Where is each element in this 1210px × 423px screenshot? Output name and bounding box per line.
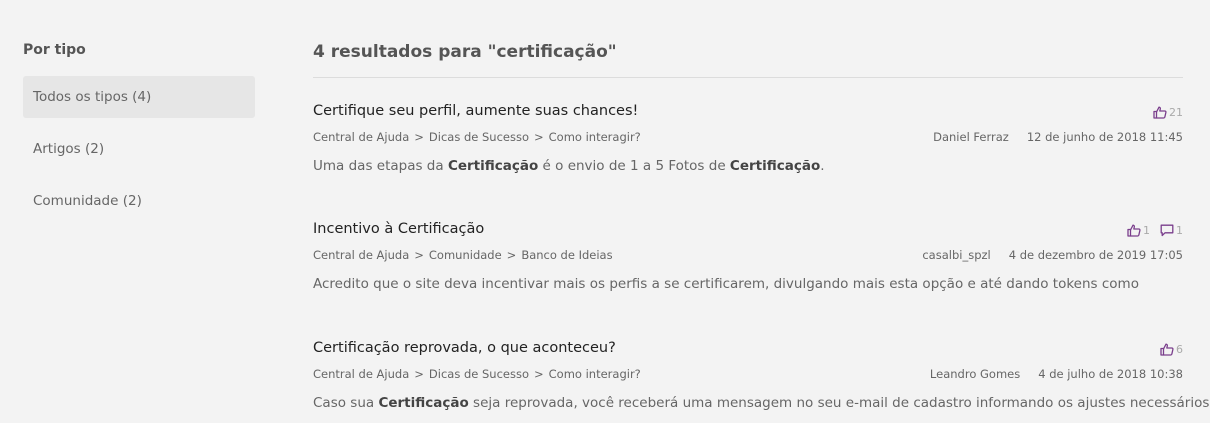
result-title-link[interactable]: Certifique seu perfil, aumente suas chan… (313, 103, 638, 119)
breadcrumb: Central de Ajuda > Dicas de Sucesso > Como i… (313, 367, 641, 381)
filter-item[interactable]: Artigos (2) (23, 128, 255, 170)
breadcrumb-separator: > (414, 367, 424, 381)
author-link[interactable]: Daniel Ferraz (933, 130, 1009, 144)
result-stats: 6 (1160, 343, 1183, 356)
likes-count: 6 (1176, 343, 1183, 356)
filter-heading: Por tipo (23, 42, 86, 58)
likes-stat[interactable]: 21 (1153, 106, 1183, 119)
breadcrumb-link[interactable]: Dicas de Sucesso (429, 367, 529, 381)
comment-icon (1160, 224, 1174, 237)
result-snippet: Caso sua Certificação seja reprovada, vo… (313, 395, 1209, 411)
comments-stat[interactable]: 1 (1160, 224, 1183, 237)
result-meta: casalbi_spzl 4 de dezembro de 2019 17:05 (922, 248, 1183, 262)
breadcrumb: Central de Ajuda > Dicas de Sucesso > Como i… (313, 130, 641, 144)
search-result: Incentivo à Certificação 11 Central de A… (313, 221, 1183, 311)
author-link[interactable]: Leandro Gomes (930, 367, 1020, 381)
likes-stat[interactable]: 6 (1160, 343, 1183, 356)
breadcrumb-link[interactable]: Central de Ajuda (313, 248, 409, 262)
likes-count: 21 (1169, 106, 1183, 119)
breadcrumb-separator: > (414, 130, 424, 144)
thumbs-up-icon (1127, 224, 1141, 237)
snippet-highlight: Certificação (447, 158, 539, 174)
thumbs-up-icon (1160, 343, 1174, 356)
breadcrumb-link[interactable]: Dicas de Sucesso (429, 130, 529, 144)
result-date: 12 de junho de 2018 11:45 (1026, 130, 1183, 144)
snippet-text: seja reprovada, você receberá uma mensag… (468, 395, 1210, 411)
search-result: Certifique seu perfil, aumente suas chan… (313, 103, 1183, 193)
snippet-text: Uma das etapas da (313, 158, 448, 174)
result-date: 4 de dezembro de 2019 17:05 (1008, 248, 1183, 262)
author-link[interactable]: casalbi_spzl (922, 248, 990, 262)
breadcrumb-separator: > (534, 130, 544, 144)
breadcrumb-link[interactable]: Banco de Ideias (521, 248, 612, 262)
breadcrumb-separator: > (534, 367, 544, 381)
thumbs-up-icon (1153, 106, 1167, 119)
result-title-link[interactable]: Incentivo à Certificação (313, 221, 484, 237)
comments-count: 1 (1176, 224, 1183, 237)
breadcrumb-link[interactable]: Central de Ajuda (313, 130, 409, 144)
search-results-page: Por tipo Todos os tipos (4) Artigos (2) Co… (0, 0, 1210, 423)
breadcrumb-separator: > (414, 248, 424, 262)
snippet-text: é o envio de 1 a 5 Fotos de (538, 158, 730, 174)
breadcrumb-link[interactable]: Comunidade (429, 248, 502, 262)
breadcrumb: Central de Ajuda > Comunidade > Banco de Ide… (313, 248, 613, 262)
snippet-highlight: Certificação (729, 158, 821, 174)
breadcrumb-link[interactable]: Como interagir? (549, 130, 641, 144)
breadcrumb-separator: > (506, 248, 517, 262)
snippet-highlight: Certificação (378, 395, 469, 411)
result-meta: Leandro Gomes 4 de julho de 2018 10:38 (930, 367, 1183, 381)
likes-stat[interactable]: 1 (1127, 224, 1150, 237)
likes-count: 1 (1143, 224, 1150, 237)
breadcrumb-link[interactable]: Central de Ajuda (313, 367, 409, 381)
result-stats: 21 (1153, 106, 1183, 119)
result-snippet: Acredito que o site deva incentivar mais… (313, 276, 1139, 292)
filter-item[interactable]: Comunidade (2) (23, 180, 255, 222)
result-meta: Daniel Ferraz 12 de junho de 2018 11:45 (933, 130, 1183, 144)
result-snippet: Uma das etapas da Certificação é o envio… (313, 158, 825, 174)
result-date: 4 de julho de 2018 10:38 (1038, 367, 1183, 381)
result-title-link[interactable]: Certificação reprovada, o que aconteceu? (313, 340, 616, 356)
breadcrumb-link[interactable]: Como interagir? (549, 367, 641, 381)
snippet-text: . (820, 158, 825, 174)
snippet-text: Acredito que o site deva incentivar mais… (313, 276, 1139, 292)
search-result: Certificação reprovada, o que aconteceu?… (313, 340, 1209, 423)
result-stats: 11 (1127, 224, 1183, 237)
filter-item[interactable]: Todos os tipos (4) (23, 76, 255, 118)
results-title: 4 resultados para "certificação" (313, 42, 617, 62)
snippet-text: Caso sua (313, 395, 379, 411)
results-divider (313, 77, 1183, 78)
